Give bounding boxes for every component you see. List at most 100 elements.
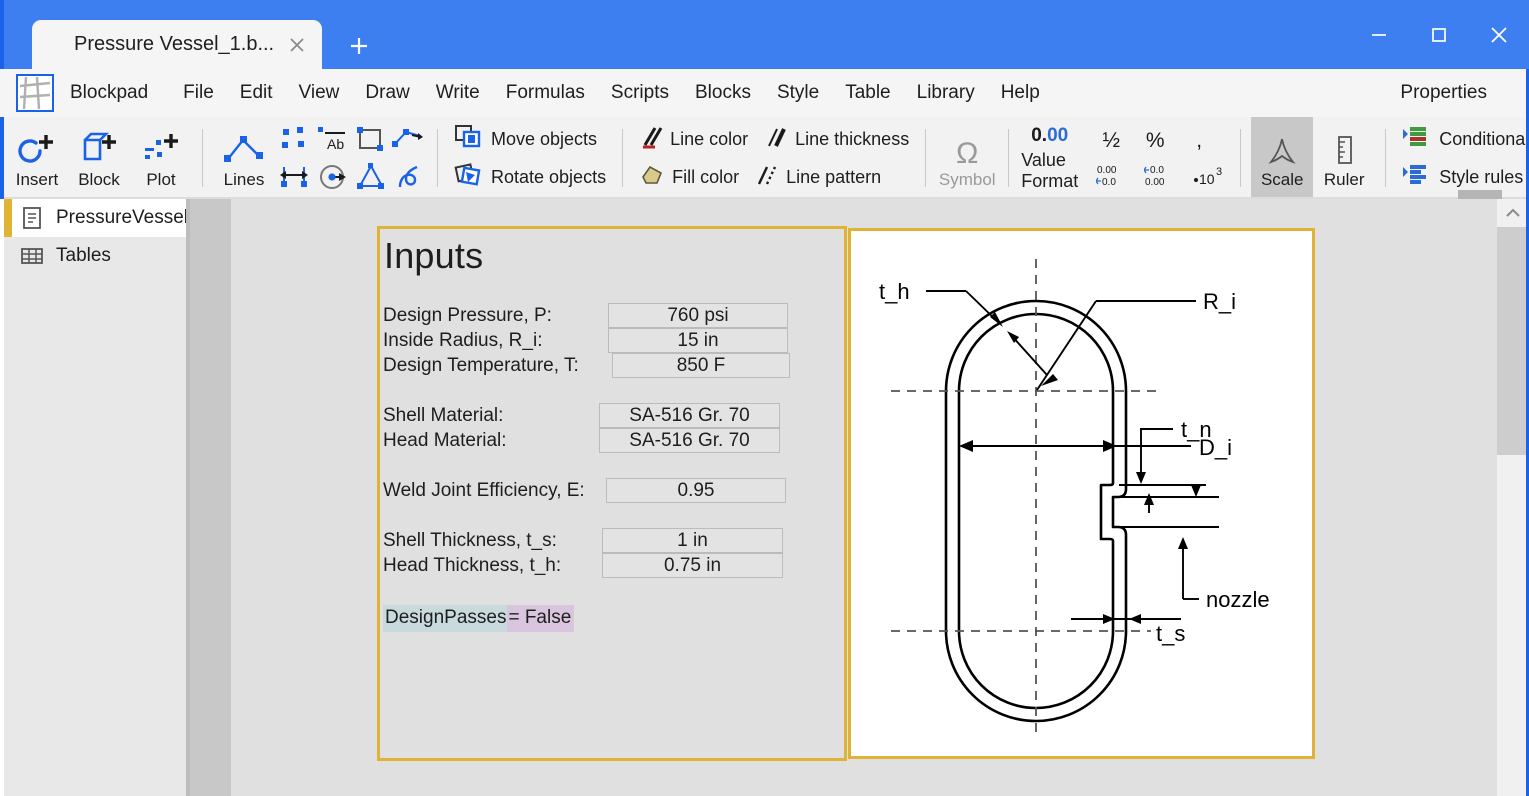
menu-item-library[interactable]: Library: [904, 69, 988, 117]
insert-button[interactable]: Insert: [6, 117, 68, 199]
sidebar-item-pressurevessel[interactable]: PressureVessel: [4, 199, 190, 237]
menu-item-file[interactable]: File: [170, 69, 227, 117]
input-value-design-temperature[interactable]: 850 F: [612, 353, 790, 378]
fraction-icon[interactable]: ½: [1096, 129, 1126, 153]
input-row-design-pressure: Design Pressure, P:: [383, 303, 552, 328]
line-thickness-label: Line thickness: [795, 128, 910, 149]
decrease-decimal-icon[interactable]: 0.00 0.0: [1096, 162, 1130, 188]
circle-icon[interactable]: [313, 158, 351, 196]
style-rules-button[interactable]: Style rules: [1394, 160, 1529, 194]
comma-separator-icon[interactable]: ,: [1184, 129, 1214, 153]
spline-icon[interactable]: [389, 158, 427, 196]
t_s-arrowhead-right: [1129, 614, 1141, 624]
menu-item-style[interactable]: Style: [764, 69, 832, 117]
line-thickness-icon: [764, 124, 788, 155]
close-icon[interactable]: [280, 28, 314, 62]
menu-item-formulas[interactable]: Formulas: [493, 69, 598, 117]
vertical-scrollbar-thumb[interactable]: [1497, 227, 1529, 455]
ruler-button[interactable]: Ruler: [1313, 117, 1375, 199]
rotate-objects-button[interactable]: Rotate objects: [446, 160, 614, 194]
menu-item-table[interactable]: Table: [832, 69, 903, 117]
text-label-icon[interactable]: Ab: [313, 120, 351, 158]
input-value-shell-material[interactable]: SA-516 Gr. 70: [599, 403, 780, 428]
vertical-scrollbar[interactable]: [1497, 199, 1529, 796]
rotate-objects-icon: [454, 162, 484, 193]
fill-color-button[interactable]: Fill color: [631, 160, 747, 194]
ribbon-group-draw: Lines Ab: [207, 117, 433, 199]
plot-button[interactable]: Plot: [130, 117, 192, 199]
maximize-icon[interactable]: [1409, 0, 1469, 69]
formula-variable: DesignPasses: [383, 605, 508, 632]
document-canvas[interactable]: Inputs Design Pressure, P: 760 psi Insid…: [190, 199, 1497, 796]
dimension-icon[interactable]: [389, 120, 427, 158]
input-label: Head Thickness, t_h:: [383, 554, 562, 576]
formula-designpasses[interactable]: DesignPasses = False: [383, 605, 575, 632]
svg-text:0.0: 0.0: [1102, 177, 1116, 188]
move-objects-icon: [454, 124, 484, 155]
input-value-weld-joint-efficiency[interactable]: 0.95: [606, 478, 786, 503]
close-icon[interactable]: [1469, 0, 1529, 69]
block-button[interactable]: Block: [68, 117, 130, 199]
diagram-label-nozzle: nozzle: [1206, 587, 1270, 612]
pressure-vessel-drawing: t_h R_i D_i t_n nozzle t_s: [879, 259, 1270, 736]
plus-icon[interactable]: [340, 30, 378, 62]
symbol-button[interactable]: Ω Symbol: [936, 117, 998, 199]
polygon-icon[interactable]: [351, 158, 389, 196]
scientific-notation-icon[interactable]: 10 3: [1192, 162, 1226, 188]
formula-value: = False: [507, 605, 575, 632]
draw-tools-grid: Ab: [275, 120, 427, 199]
sidebar-item-tables[interactable]: Tables: [4, 237, 190, 275]
line-thickness-button[interactable]: Line thickness: [756, 122, 917, 156]
scale-button[interactable]: Scale: [1251, 117, 1314, 199]
ribbon-group-scale: Scale Ruler: [1245, 117, 1381, 199]
input-value-design-pressure[interactable]: 760 psi: [608, 303, 788, 328]
horizontal-scrollbar-thumb[interactable]: [1458, 190, 1502, 199]
menu-item-draw[interactable]: Draw: [352, 69, 422, 117]
t_n-arrowhead-down: [1136, 472, 1146, 484]
menu-item-scripts[interactable]: Scripts: [598, 69, 682, 117]
svg-text:0.00: 0.00: [1097, 165, 1117, 176]
increase-decimal-icon[interactable]: 0.0 0.00: [1144, 162, 1178, 188]
line-pattern-label: Line pattern: [786, 166, 882, 187]
distance-icon[interactable]: [275, 158, 313, 196]
value-format-sample: 0.00: [1031, 125, 1068, 147]
t_n-arrowhead-up: [1144, 493, 1154, 505]
line-color-button[interactable]: Line color: [631, 122, 756, 156]
svg-text:10: 10: [1199, 171, 1215, 187]
vertical-scrollbar-track[interactable]: [1497, 455, 1529, 796]
value-format-button[interactable]: 0.00 Value Format: [1013, 117, 1086, 199]
input-value-shell-thickness[interactable]: 1 in: [602, 528, 783, 553]
input-label: Design Temperature, T:: [383, 354, 579, 376]
divider: [622, 129, 624, 187]
document-tab[interactable]: Pressure Vessel_1.b...: [32, 20, 322, 69]
menu-item-blockpad[interactable]: Blockpad: [66, 69, 170, 117]
D_i-arrowhead-left: [959, 440, 973, 452]
style-rules-icon: [1402, 162, 1432, 193]
menu-item-edit[interactable]: Edit: [227, 69, 286, 117]
input-value-head-thickness[interactable]: 0.75 in: [602, 553, 783, 578]
chevron-up-icon[interactable]: [1497, 199, 1529, 227]
menu-item-view[interactable]: View: [286, 69, 353, 117]
conditional-formatting-button[interactable]: Conditional form: [1394, 122, 1529, 156]
line-pattern-icon: [755, 162, 779, 193]
menu-item-blocks[interactable]: Blocks: [682, 69, 764, 117]
line-pattern-button[interactable]: Line pattern: [747, 160, 889, 194]
move-objects-button[interactable]: Move objects: [446, 122, 605, 156]
diagram-label-R_i: R_i: [1203, 289, 1236, 314]
inputs-panel[interactable]: Inputs Design Pressure, P: 760 psi Insid…: [377, 226, 847, 761]
menu-item-help[interactable]: Help: [988, 69, 1053, 117]
points-icon[interactable]: [275, 120, 313, 158]
input-value-head-material[interactable]: SA-516 Gr. 70: [599, 428, 780, 453]
canvas-margin-strip: [190, 199, 231, 796]
properties-button[interactable]: Properties: [1400, 82, 1529, 104]
percent-icon[interactable]: %: [1140, 129, 1170, 153]
input-row-shell-thickness: Shell Thickness, t_s:: [383, 528, 557, 553]
lines-button[interactable]: Lines: [213, 117, 275, 199]
rectangle-icon[interactable]: [351, 120, 389, 158]
diagram-panel[interactable]: t_h R_i D_i t_n nozzle t_s: [848, 228, 1315, 759]
input-value-inside-radius[interactable]: 15 in: [608, 328, 788, 353]
minimize-icon[interactable]: [1349, 0, 1409, 69]
number-format-icons: ½ % , 0.00 0.0 0.0 0.00 10 3: [1086, 117, 1236, 199]
conditional-formatting-label: Conditional form: [1439, 128, 1529, 149]
menu-item-write[interactable]: Write: [423, 69, 493, 117]
